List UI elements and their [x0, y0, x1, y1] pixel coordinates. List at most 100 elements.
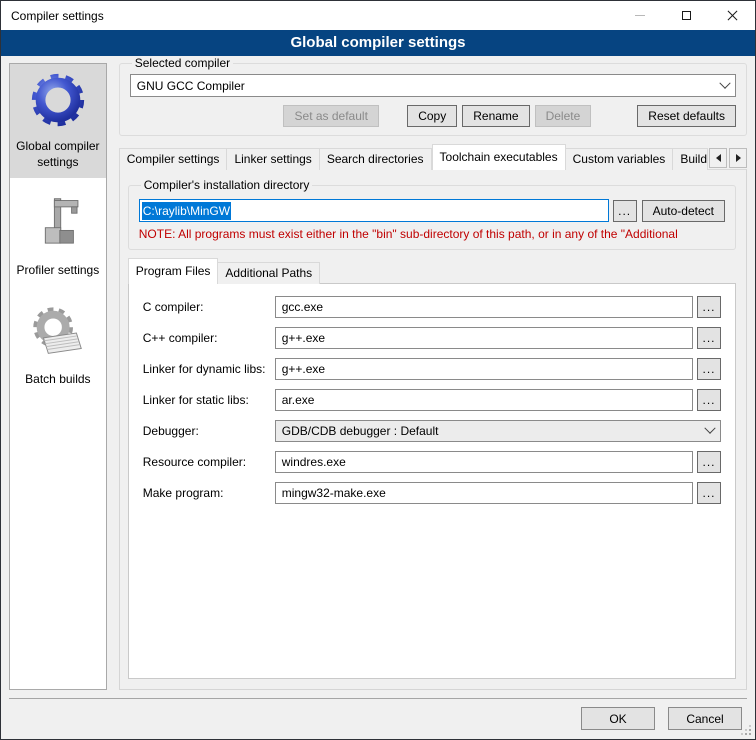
footer-buttons: OK Cancel — [1, 707, 742, 730]
resource-compiler-input[interactable]: windres.exe — [275, 451, 693, 473]
make-program-input[interactable]: mingw32-make.exe — [275, 482, 693, 504]
arrow-right-icon — [736, 154, 741, 162]
main-panel: Selected compiler GNU GCC Compiler Set a… — [119, 56, 747, 690]
installation-directory-row: C:\raylib\MinGW ... Auto-detect — [139, 199, 725, 222]
field-label: C compiler: — [143, 300, 275, 314]
close-icon — [727, 10, 738, 21]
ok-button[interactable]: OK — [581, 707, 655, 730]
settings-notebook: Compiler settingsLinker settingsSearch d… — [119, 144, 747, 690]
sidebar-item-profiler-settings[interactable]: Profiler settings — [10, 188, 106, 287]
browse-c-compiler-button[interactable]: ... — [697, 327, 721, 349]
field-value: ar.exe — [282, 393, 315, 407]
debugger-combobox[interactable]: GDB/CDB debugger : Default — [275, 420, 721, 442]
tab-search-directories[interactable]: Search directories — [320, 148, 432, 170]
installation-directory-legend: Compiler's installation directory — [141, 178, 313, 192]
field-label: Linker for static libs: — [143, 393, 275, 407]
tab-build[interactable]: Build — [673, 148, 708, 170]
tab-toolchain-executables[interactable]: Toolchain executables — [432, 144, 566, 170]
minimize-icon — [635, 15, 645, 16]
field-row-c-compiler: C++ compiler:g++.exe... — [143, 327, 721, 349]
dialog-footer: OK Cancel — [1, 698, 755, 739]
program-files-page: C compiler:gcc.exe...C++ compiler:g++.ex… — [128, 283, 736, 679]
close-button[interactable] — [709, 1, 755, 30]
tab-custom-variables[interactable]: Custom variables — [566, 148, 674, 170]
sidebar-item-label: Global compiler settings — [12, 139, 104, 170]
field-value: mingw32-make.exe — [282, 486, 386, 500]
linker-for-static-libs-input[interactable]: ar.exe — [275, 389, 693, 411]
c-compiler-input[interactable]: gcc.exe — [275, 296, 693, 318]
field-value: gcc.exe — [282, 300, 323, 314]
inner-tab-strip: Program FilesAdditional Paths — [128, 258, 736, 284]
chevron-down-icon — [719, 77, 730, 88]
selected-compiler-value: GNU GCC Compiler — [137, 79, 715, 93]
selected-compiler-group: Selected compiler GNU GCC Compiler Set a… — [119, 56, 747, 136]
linker-for-dynamic-libs-input[interactable]: g++.exe — [275, 358, 693, 380]
browse-resource-compiler-button[interactable]: ... — [697, 451, 721, 473]
installation-directory-value: C:\raylib\MinGW — [142, 202, 231, 220]
tab-additional-paths[interactable]: Additional Paths — [218, 262, 320, 284]
toolchain-executables-page: Compiler's installation directory C:\ray… — [119, 169, 747, 690]
minimize-button[interactable] — [617, 1, 663, 30]
page-title: Global compiler settings — [1, 30, 755, 56]
compiler-button-row: Set as default CopyRename Delete Reset defa… — [130, 105, 736, 127]
tab-scroll-left-button[interactable] — [709, 148, 727, 168]
sidebar-item-label: Profiler settings — [17, 263, 100, 279]
field-value: g++.exe — [282, 331, 325, 345]
sidebar-item-label: Batch builds — [25, 372, 90, 388]
field-label: Linker for dynamic libs: — [143, 362, 275, 376]
field-row-linker-for-dynamic-libs: Linker for dynamic libs: g++.exe... — [143, 358, 721, 380]
maximize-button[interactable] — [663, 1, 709, 30]
rename-button[interactable]: Rename — [462, 105, 529, 127]
gear-blue-icon — [26, 69, 90, 133]
chevron-down-icon — [704, 423, 715, 434]
field-value: g++.exe — [282, 362, 325, 376]
installation-directory-group: Compiler's installation directory C:\ray… — [128, 178, 736, 250]
delete-button[interactable]: Delete — [535, 105, 592, 127]
reset-defaults-button[interactable]: Reset defaults — [637, 105, 736, 127]
browse-directory-button[interactable]: ... — [613, 200, 637, 222]
field-value: GDB/CDB debugger : Default — [282, 424, 700, 438]
resize-grip-icon[interactable] — [749, 733, 751, 735]
browse-linker-for-dynamic-libs-button[interactable]: ... — [697, 358, 721, 380]
browse-make-program-button[interactable]: ... — [697, 482, 721, 504]
tab-linker-settings[interactable]: Linker settings — [227, 148, 319, 170]
footer-divider — [9, 698, 747, 699]
tab-scrollers — [709, 148, 747, 168]
set-as-default-button[interactable]: Set as default — [283, 105, 379, 127]
arrow-left-icon — [716, 154, 721, 162]
copy-button[interactable]: Copy — [407, 105, 457, 127]
tab-program-files[interactable]: Program Files — [128, 258, 219, 284]
settings-sidebar: Global compiler settings Profiler setting… — [9, 63, 107, 690]
auto-detect-button[interactable]: Auto-detect — [642, 200, 725, 222]
selected-compiler-legend: Selected compiler — [132, 56, 233, 70]
cancel-button[interactable]: Cancel — [668, 707, 742, 730]
field-label: Make program: — [143, 486, 275, 500]
c-compiler-input[interactable]: g++.exe — [275, 327, 693, 349]
program-files-notebook: Program FilesAdditional Paths C compiler… — [128, 258, 736, 679]
field-row-resource-compiler: Resource compiler: windres.exe... — [143, 451, 721, 473]
dialog-body: Global compiler settings Profiler setting… — [1, 56, 755, 698]
field-label: Debugger: — [143, 424, 275, 438]
field-row-debugger: Debugger: GDB/CDB debugger : Default — [143, 420, 721, 442]
field-value: windres.exe — [282, 455, 346, 469]
gear-papers-icon — [26, 302, 90, 366]
sidebar-item-global-compiler-settings[interactable]: Global compiler settings — [10, 64, 106, 178]
tab-scroll-right-button[interactable] — [729, 148, 747, 168]
compiler-settings-window: Compiler settings Global compiler settin… — [0, 0, 756, 740]
titlebar: Compiler settings — [1, 1, 755, 30]
field-row-linker-for-static-libs: Linker for static libs: ar.exe... — [143, 389, 721, 411]
tab-strip: Compiler settingsLinker settingsSearch d… — [119, 144, 747, 170]
installation-directory-input[interactable]: C:\raylib\MinGW — [139, 199, 609, 222]
window-controls — [617, 1, 755, 30]
window-title: Compiler settings — [1, 9, 104, 23]
field-label: Resource compiler: — [143, 455, 275, 469]
tabs: Compiler settingsLinker settingsSearch d… — [119, 144, 708, 170]
tab-compiler-settings[interactable]: Compiler settings — [119, 148, 228, 170]
sidebar-item-batch-builds[interactable]: Batch builds — [10, 297, 106, 396]
caliper-icon — [26, 193, 90, 257]
browse-c-compiler-button[interactable]: ... — [697, 296, 721, 318]
browse-linker-for-static-libs-button[interactable]: ... — [697, 389, 721, 411]
field-row-make-program: Make program: mingw32-make.exe... — [143, 482, 721, 504]
note-text: NOTE: All programs must exist either in … — [139, 227, 725, 241]
selected-compiler-combobox[interactable]: GNU GCC Compiler — [130, 74, 736, 97]
